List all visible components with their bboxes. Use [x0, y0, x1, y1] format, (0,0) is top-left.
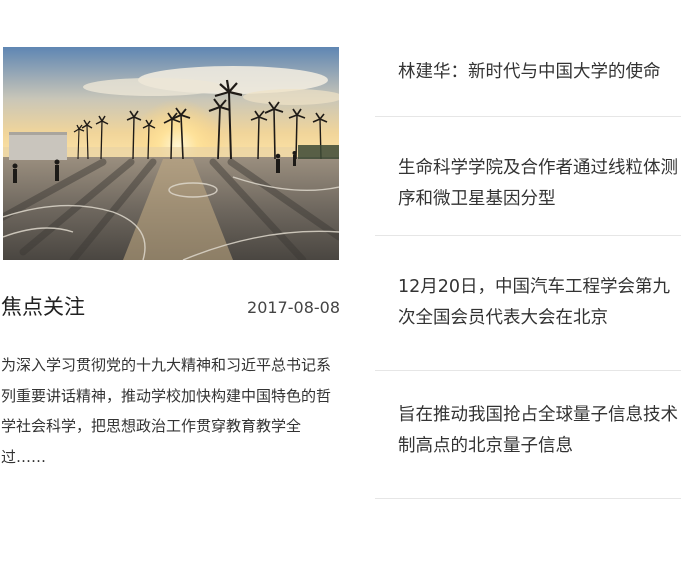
news-item[interactable]: 林建华：新时代与中国大学的使命: [375, 0, 681, 117]
news-item[interactable]: 生命科学学院及合作者通过线粒体测序和微卫星基因分型: [375, 117, 681, 236]
feature-image[interactable]: [3, 47, 339, 260]
feature-date: 2017-08-08: [247, 298, 340, 317]
news-section: 焦点关注 2017-08-08 为深入学习贯彻党的十九大精神和习近平总书记系列重…: [0, 0, 681, 582]
news-item-title[interactable]: 林建华：新时代与中国大学的使命: [398, 57, 681, 88]
feature-summary: 为深入学习贯彻党的十九大精神和习近平总书记系列重要讲话精神，推动学校加快构建中国…: [1, 356, 332, 466]
news-item-title[interactable]: 12月20日，中国汽车工程学会第九次全国会员代表大会在北京: [398, 272, 681, 334]
news-item[interactable]: 12月20日，中国汽车工程学会第九次全国会员代表大会在北京: [375, 236, 681, 371]
news-item-title[interactable]: 旨在推动我国抢占全球量子信息技术制高点的北京量子信息: [398, 400, 681, 462]
news-item[interactable]: 旨在推动我国抢占全球量子信息技术制高点的北京量子信息: [375, 371, 681, 499]
feature-title[interactable]: 焦点关注: [1, 294, 85, 320]
news-item-title[interactable]: 生命科学学院及合作者通过线粒体测序和微卫星基因分型: [398, 153, 681, 215]
